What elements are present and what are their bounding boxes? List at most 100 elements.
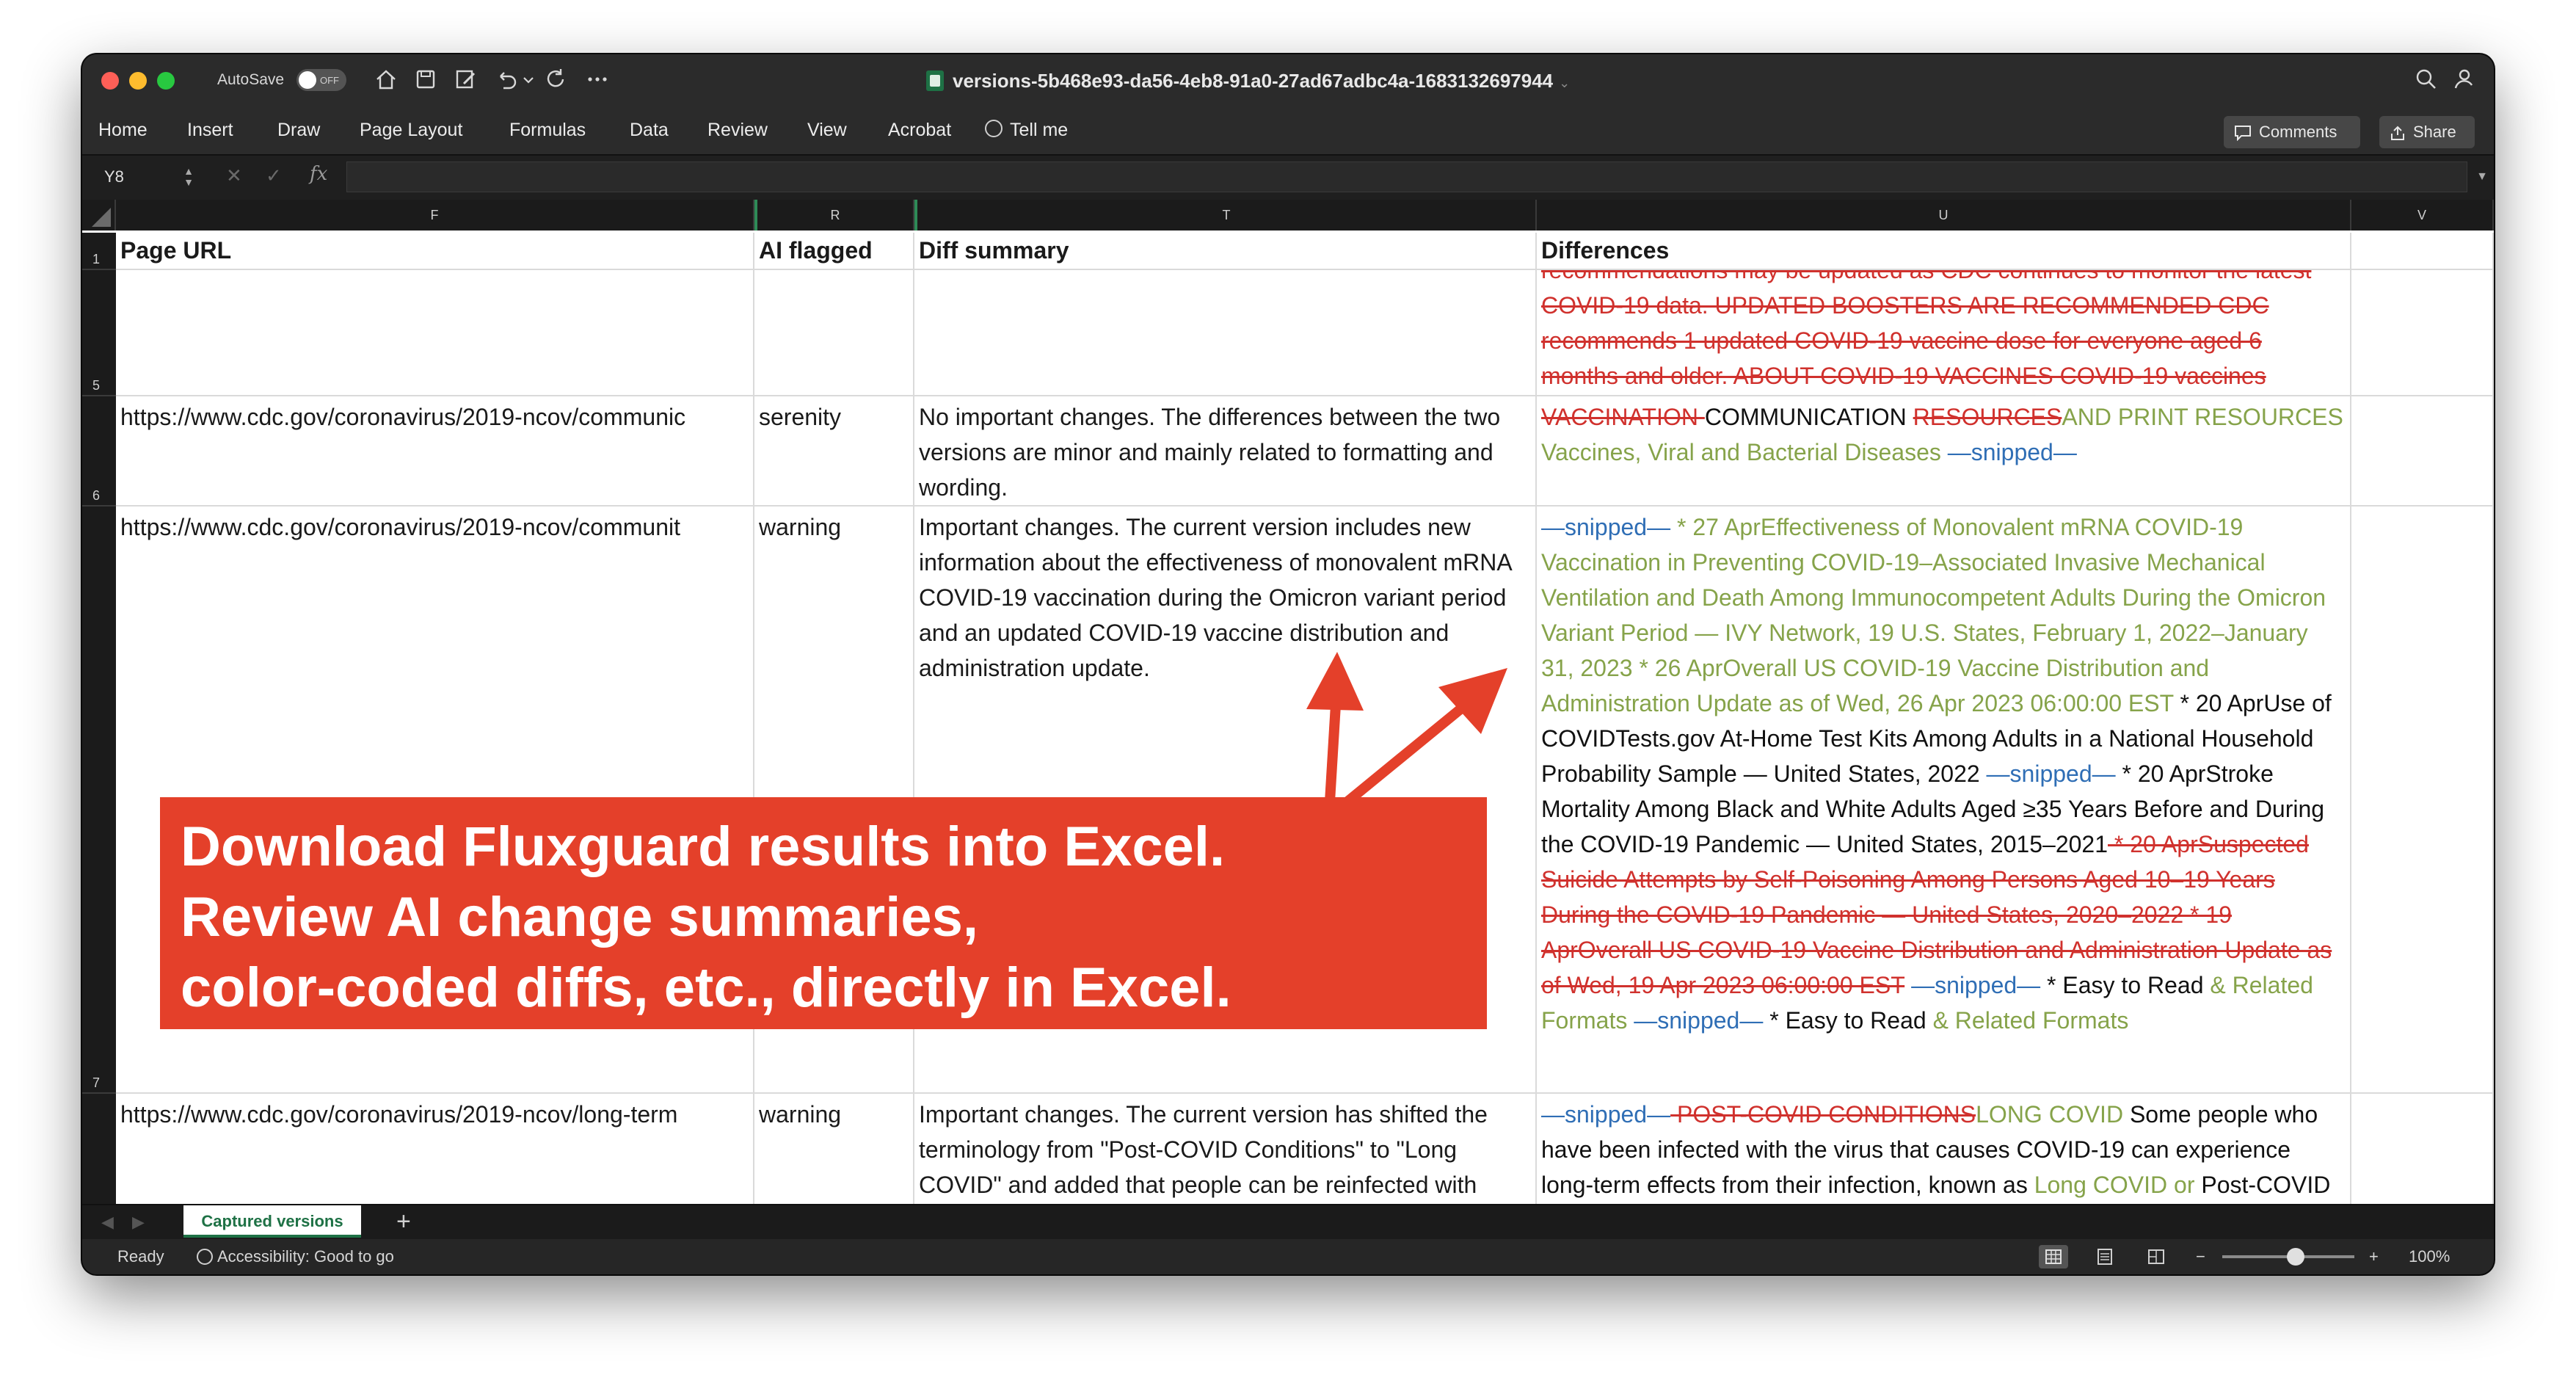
title-bar: AutoSave OFF versions-5b468e93-da56-4eb8… <box>82 54 2494 106</box>
cell-f6-url[interactable]: https://www.cdc.gov/coronavirus/2019-nco… <box>116 396 754 507</box>
cancel-edit-icon[interactable]: ✕ <box>226 164 242 187</box>
diff-removed-line: months and older. ABOUT COVID-19 VACCINE… <box>1541 363 2266 389</box>
diff-snipped: —snipped— <box>1947 439 2077 465</box>
cell-r8-flag[interactable]: warning <box>754 1094 914 1204</box>
next-sheet-icon[interactable]: ▶ <box>132 1213 145 1232</box>
prev-sheet-icon[interactable]: ◀ <box>101 1213 114 1232</box>
header-cell-differences[interactable]: Differences <box>1537 233 2351 270</box>
diff-snipped: —snipped— <box>1904 972 2041 998</box>
tell-me-search[interactable]: Tell me <box>985 106 1068 154</box>
cell-t6-summary[interactable]: No important changes. The differences be… <box>914 396 1537 507</box>
diff-removed: POST-COVID CONDITIONS <box>1670 1101 1976 1128</box>
column-header-f[interactable]: F <box>116 200 754 230</box>
diff-snipped: —snipped— <box>1541 1101 1671 1128</box>
header-cell-ai-flagged[interactable]: AI flagged <box>754 233 914 270</box>
edit-icon[interactable] <box>452 66 479 92</box>
column-headers: F R T U V <box>82 200 2494 233</box>
tab-review[interactable]: Review <box>707 106 768 154</box>
undo-chevron-down-icon[interactable] <box>520 66 537 92</box>
lightbulb-icon <box>985 120 1003 137</box>
cell-r5[interactable] <box>754 270 914 396</box>
row-header-7[interactable]: 7 <box>82 507 116 1094</box>
row-header-6[interactable]: 6 <box>82 396 116 507</box>
expand-formula-bar-icon[interactable]: ▼ <box>2476 170 2488 184</box>
cell-v8[interactable] <box>2351 1094 2494 1204</box>
cell-v5[interactable] <box>2351 270 2494 396</box>
column-header-r[interactable]: R <box>754 200 914 230</box>
tab-data[interactable]: Data <box>630 106 669 154</box>
insert-function-icon[interactable]: fx <box>310 163 327 185</box>
account-icon[interactable] <box>2450 66 2476 92</box>
cell-t5[interactable] <box>914 270 1537 396</box>
cell-u7-diff[interactable]: —snipped— * 27 AprEffectiveness of Monov… <box>1537 507 2351 1094</box>
tab-draw[interactable]: Draw <box>277 106 320 154</box>
column-header-t[interactable]: T <box>914 200 1537 230</box>
zoom-in-button[interactable]: + <box>2369 1239 2379 1274</box>
zoom-level[interactable]: 100% <box>2409 1239 2450 1274</box>
cell-v7[interactable] <box>2351 507 2494 1094</box>
confirm-edit-icon[interactable]: ✓ <box>266 164 282 187</box>
page-break-view-icon[interactable] <box>2142 1245 2171 1268</box>
cell-v6[interactable] <box>2351 396 2494 507</box>
home-icon[interactable] <box>373 66 399 92</box>
formula-bar: Y8 ▲ ▼ ✕ ✓ fx ▼ <box>82 154 2494 200</box>
sheet-tab-bar: ◀ ▶ Captured versions + <box>82 1204 2494 1241</box>
document-title[interactable]: versions-5b468e93-da56-4eb8-91a0-27ad67a… <box>926 68 1733 94</box>
header-cell-v[interactable] <box>2351 233 2494 270</box>
status-bar: Ready Accessibility: Good to go − + 100% <box>82 1239 2494 1274</box>
share-button[interactable]: Share <box>2379 116 2475 148</box>
cell-r6-flag[interactable]: serenity <box>754 396 914 507</box>
tab-view[interactable]: View <box>807 106 847 154</box>
formula-input[interactable] <box>346 161 2467 192</box>
page-layout-view-icon[interactable] <box>2090 1245 2120 1268</box>
row-header-8[interactable] <box>82 1094 116 1204</box>
cell-reference: Y8 <box>104 167 124 186</box>
zoom-out-button[interactable]: − <box>2196 1239 2205 1274</box>
redo-icon[interactable] <box>543 66 570 92</box>
tell-me-label: Tell me <box>1010 120 1069 140</box>
name-box[interactable]: Y8 ▲ ▼ <box>95 163 198 191</box>
more-icon[interactable] <box>584 66 611 92</box>
cell-u6-diff[interactable]: VACCINATION COMMUNICATION RESOURCESAND P… <box>1537 396 2351 507</box>
select-all-button[interactable] <box>82 200 116 230</box>
sheet-tab-captured-versions[interactable]: Captured versions <box>183 1205 361 1238</box>
column-header-v[interactable]: V <box>2351 200 2494 230</box>
accessibility-status[interactable]: Accessibility: Good to go <box>197 1239 394 1274</box>
annotation-line-1: Download Fluxguard results into Excel. <box>181 816 1226 878</box>
accessibility-icon <box>197 1249 213 1265</box>
autosave-label: AutoSave <box>217 71 285 88</box>
name-box-stepper-icon[interactable]: ▲ ▼ <box>183 166 194 188</box>
header-cell-diff-summary[interactable]: Diff summary <box>914 233 1537 270</box>
search-icon[interactable] <box>2413 66 2439 92</box>
minimize-window-button[interactable] <box>129 72 147 90</box>
cell-u8-diff[interactable]: —snipped— POST-COVID CONDITIONSLONG COVI… <box>1537 1094 2351 1204</box>
cell-f5[interactable] <box>116 270 754 396</box>
tab-formulas[interactable]: Formulas <box>509 106 586 154</box>
annotation-banner: Download Fluxguard results into Excel. R… <box>160 797 1487 1029</box>
share-icon <box>2391 126 2404 140</box>
diff-snipped: —snipped— <box>1541 514 1671 540</box>
save-icon[interactable] <box>412 66 439 92</box>
tab-page-layout[interactable]: Page Layout <box>360 106 462 154</box>
autosave-toggle[interactable]: OFF <box>296 69 346 91</box>
tab-home[interactable]: Home <box>98 106 148 154</box>
normal-view-icon[interactable] <box>2039 1245 2068 1268</box>
undo-icon[interactable] <box>493 66 520 92</box>
header-cell-page-url[interactable]: Page URL <box>116 233 754 270</box>
cell-u5[interactable]: recommendations may be updated as CDC co… <box>1537 270 2351 396</box>
add-sheet-button[interactable]: + <box>396 1208 411 1235</box>
row-header-5[interactable]: 5 <box>82 270 116 396</box>
tab-acrobat[interactable]: Acrobat <box>888 106 951 154</box>
zoom-window-button[interactable] <box>157 72 175 90</box>
row-header-1[interactable]: 1 <box>82 233 116 270</box>
comments-button[interactable]: Comments <box>2224 116 2360 148</box>
column-header-u[interactable]: U <box>1537 200 2351 230</box>
tab-insert[interactable]: Insert <box>187 106 233 154</box>
cell-t8-summary[interactable]: Important changes. The current version h… <box>914 1094 1537 1204</box>
zoom-slider-handle[interactable] <box>2287 1248 2304 1266</box>
comment-icon <box>2235 126 2251 142</box>
diff-snipped: —snipped— <box>1986 761 2116 787</box>
row-number: 5 <box>92 378 101 393</box>
cell-f8-url[interactable]: https://www.cdc.gov/coronavirus/2019-nco… <box>116 1094 754 1204</box>
close-window-button[interactable] <box>101 72 119 90</box>
